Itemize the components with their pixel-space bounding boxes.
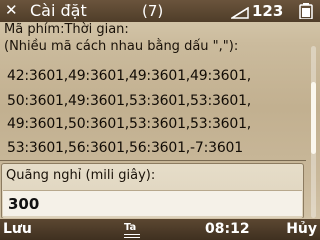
save-button[interactable]: Lưu <box>3 221 32 238</box>
scrollbar[interactable] <box>311 46 316 218</box>
pause-label: Quãng nghỉ (mili giây): <box>6 168 156 183</box>
battery-icon <box>299 3 313 23</box>
close-icon[interactable]: ✕ <box>5 2 18 19</box>
input-mode-indicator: Ta <box>124 222 140 238</box>
signal-icon <box>229 4 249 23</box>
softkey-bar: Lưu Ta 08:12 Hủy <box>0 219 320 240</box>
cancel-button[interactable]: Hủy <box>286 221 317 238</box>
code-line: 53:3601,56:3601,56:3601,-7:3601 <box>7 140 243 156</box>
pause-setting[interactable]: Quãng nghỉ (mili giây): 300 <box>1 163 304 218</box>
pause-input[interactable]: 300 <box>3 190 302 216</box>
page-title: Cài đặt <box>30 1 87 20</box>
signal-value: 123 <box>252 2 284 20</box>
keycode-field-hint: (Nhiều mã cách nhau bằng dấu ","): <box>4 39 239 54</box>
clock: 08:12 <box>205 221 250 237</box>
input-mode-icon <box>124 234 140 238</box>
pause-value: 300 <box>8 195 40 213</box>
keycode-field-label: Mã phím:Thời gian: <box>4 22 129 37</box>
status-bar: ✕ Cài đặt (7) 123 <box>0 0 320 22</box>
settings-content: Mã phím:Thời gian: (Nhiều mã cách nhau b… <box>0 22 306 218</box>
code-line: 42:3601,49:3601,49:3601,49:3601, <box>7 68 252 84</box>
code-line: 49:3601,50:3601,53:3601,53:3601, <box>7 116 252 132</box>
scrollbar-thumb[interactable] <box>311 82 316 154</box>
code-line: 50:3601,49:3601,53:3601,53:3601, <box>7 93 252 109</box>
divider <box>0 160 306 161</box>
item-count: (7) <box>142 2 164 20</box>
input-mode-label: Ta <box>124 222 137 233</box>
